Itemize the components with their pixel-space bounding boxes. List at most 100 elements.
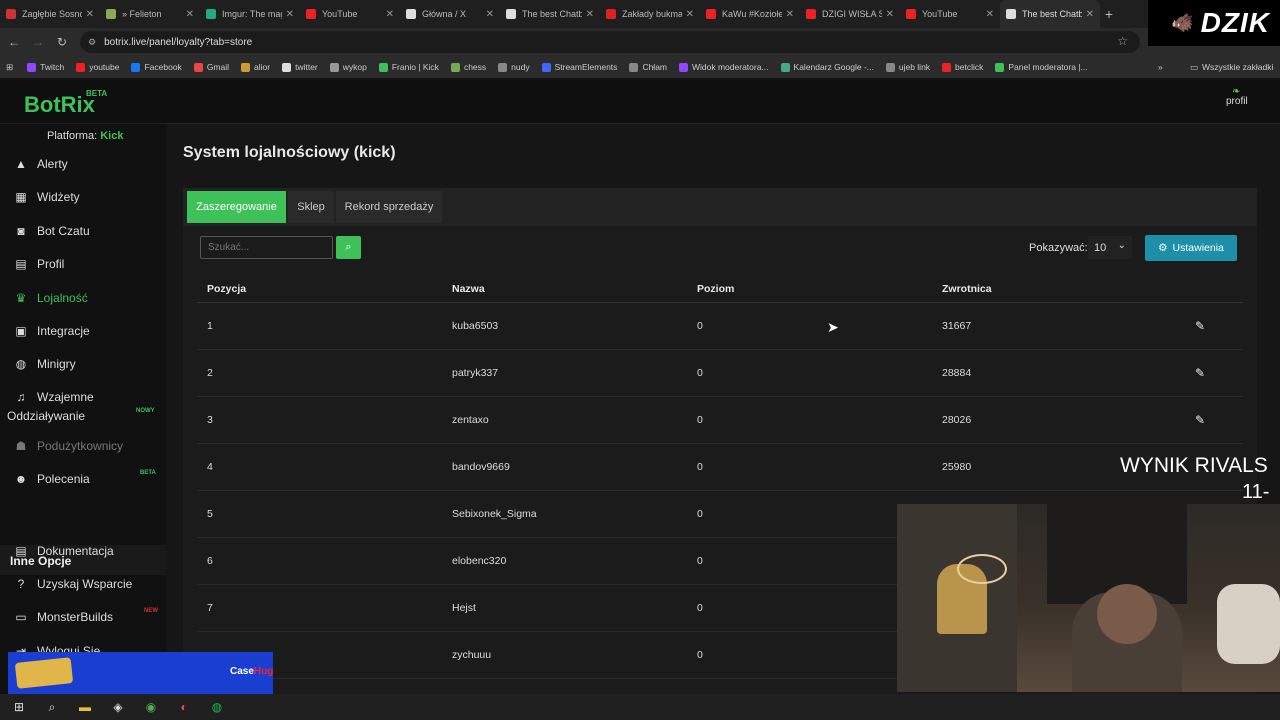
- close-tab-icon[interactable]: ✕: [786, 9, 794, 20]
- column-header-zwrotnica[interactable]: Zwrotnica: [942, 283, 992, 295]
- chrome-icon[interactable]: ◉: [140, 697, 162, 717]
- sidebar-item-alerty[interactable]: ▲ Alerty: [14, 157, 164, 171]
- sidebar-item-profil[interactable]: ▤ Profil: [14, 257, 164, 271]
- sidebar-item-integracje[interactable]: ▣ Integracje: [14, 324, 164, 338]
- sidebar-item-wzajemne[interactable]: ♫ Wzajemne: [14, 390, 164, 404]
- column-header-nazwa[interactable]: Nazwa: [452, 283, 485, 295]
- browser-tab[interactable]: The best Chatbot✕: [500, 0, 600, 28]
- cell-position: 7: [207, 602, 213, 614]
- bookmark-favicon-icon: [329, 62, 339, 72]
- browser-tab[interactable]: KaWu #Koziołek ✕: [700, 0, 800, 28]
- close-tab-icon[interactable]: ✕: [186, 9, 194, 20]
- bookmark-item[interactable]: alior: [241, 62, 270, 72]
- bookmark-item[interactable]: Chłam: [629, 62, 667, 72]
- bookmark-item[interactable]: nudy: [498, 62, 530, 72]
- sidebar-item-oddzialywanie[interactable]: Oddziaływanie: [7, 409, 85, 423]
- edit-pencil-icon[interactable]: ✎: [1195, 413, 1205, 427]
- site-info-icon[interactable]: ⚙: [88, 37, 96, 48]
- sidebar-item-dokumentacja[interactable]: ▤ Dokumentacja: [14, 544, 164, 558]
- table-row: 3 zentaxo 0 28026 ✎: [197, 397, 1243, 444]
- address-bar[interactable]: ⚙ botrix.live/panel/loyalty?tab=store ☆: [80, 31, 1140, 53]
- bookmark-item[interactable]: twitter: [282, 62, 318, 72]
- column-header-pozycja[interactable]: Pozycja: [207, 283, 246, 295]
- bookmark-item[interactable]: chess: [450, 62, 486, 72]
- leaf-icon: ❧: [1232, 86, 1241, 97]
- browser-tab[interactable]: YouTube ✕: [300, 0, 400, 28]
- browser-tab[interactable]: The best Chatbot✕: [1000, 0, 1100, 28]
- bookmark-item[interactable]: youtube: [76, 62, 119, 72]
- close-tab-icon[interactable]: ✕: [886, 9, 894, 20]
- windows-start-icon[interactable]: ⊞: [8, 697, 30, 717]
- app-icon[interactable]: ◐: [173, 697, 195, 717]
- search-icon: ⌕: [345, 241, 352, 253]
- bookmark-item[interactable]: Widok moderatora...: [679, 62, 769, 72]
- bookmark-item[interactable]: wykop: [329, 62, 367, 72]
- botrix-logo[interactable]: BotRix: [24, 92, 95, 118]
- close-tab-icon[interactable]: ✕: [1086, 9, 1094, 20]
- search-button[interactable]: ⌕: [336, 236, 361, 259]
- favicon-icon: [1006, 9, 1016, 19]
- favicon-icon: [906, 9, 916, 19]
- tab-rekord-sprzedazy[interactable]: Rekord sprzedaży: [336, 191, 442, 223]
- close-tab-icon[interactable]: ✕: [286, 9, 294, 20]
- sidebar-item-poduzytkownicy[interactable]: ☗ Podużytkownicy: [14, 439, 164, 453]
- bookmark-item[interactable]: Panel moderatora |...: [995, 62, 1088, 72]
- reload-icon[interactable]: ↻: [50, 30, 74, 54]
- sidebar-item-widzety[interactable]: ▦ Widżety: [14, 190, 164, 204]
- sidebar-item-lojalnosc[interactable]: ♛ Lojalność: [14, 291, 164, 305]
- more-bookmarks-icon[interactable]: »: [1158, 56, 1163, 78]
- folder-icon: ▭: [1190, 61, 1199, 72]
- close-tab-icon[interactable]: ✕: [586, 9, 594, 20]
- cell-points: 25980: [942, 461, 972, 473]
- show-count-select[interactable]: 10 ⌄: [1088, 236, 1132, 259]
- search-icon[interactable]: ⌕: [41, 697, 63, 717]
- close-tab-icon[interactable]: ✕: [986, 9, 994, 20]
- browser-tab[interactable]: Zagłębie Sosnowiec✕: [0, 0, 100, 28]
- new-tab-icon[interactable]: +: [1100, 0, 1118, 28]
- sidebar-item-minigry[interactable]: ◍ Minigry: [14, 357, 164, 371]
- cell-points: 28884: [942, 367, 972, 379]
- bookmark-star-icon[interactable]: ☆: [1117, 34, 1128, 48]
- spotify-icon[interactable]: ◍: [206, 697, 228, 717]
- favicon-icon: [706, 9, 716, 19]
- cell-name: patryk337: [452, 367, 499, 379]
- profile-menu[interactable]: ❧ profil: [1226, 86, 1248, 107]
- back-icon[interactable]: ←: [2, 30, 26, 54]
- bookmark-item[interactable]: ujeb link: [885, 62, 930, 72]
- bookmark-item[interactable]: Franio | Kick: [378, 62, 439, 72]
- apps-icon[interactable]: ⊞: [6, 62, 13, 73]
- file-explorer-icon[interactable]: ▬: [74, 697, 96, 717]
- search-input[interactable]: [200, 236, 333, 259]
- column-header-poziom[interactable]: Poziom: [697, 283, 734, 295]
- bookmark-item[interactable]: Gmail: [193, 62, 229, 72]
- cell-name: zentaxo: [452, 414, 489, 426]
- sidebar-item-bot-czatu[interactable]: ◙ Bot Czatu: [14, 224, 164, 238]
- edit-pencil-icon[interactable]: ✎: [1195, 366, 1205, 380]
- sidebar-item-wsparcie[interactable]: ? Uzyskaj Wsparcie: [14, 577, 164, 591]
- browser-tab[interactable]: Imgur: The magic✕: [200, 0, 300, 28]
- forward-icon[interactable]: →: [26, 30, 50, 54]
- sidebar-item-monsterbuilds[interactable]: ▭ MonsterBuilds: [14, 610, 164, 624]
- close-tab-icon[interactable]: ✕: [486, 9, 494, 20]
- browser-tab[interactable]: Zakłady bukmacherskie✕: [600, 0, 700, 28]
- cell-level: 0: [697, 414, 703, 426]
- bookmark-item[interactable]: Facebook: [131, 62, 182, 72]
- browser-tab[interactable]: Główna / X ✕: [400, 0, 500, 28]
- close-tab-icon[interactable]: ✕: [386, 9, 394, 20]
- bookmark-item[interactable]: Twitch: [27, 62, 64, 72]
- app-icon[interactable]: ◈: [107, 697, 129, 717]
- all-bookmarks-folder[interactable]: ▭ Wszystkie zakładki: [1190, 56, 1273, 78]
- browser-tab[interactable]: » Felieton ✕: [100, 0, 200, 28]
- close-tab-icon[interactable]: ✕: [686, 9, 694, 20]
- close-tab-icon[interactable]: ✕: [86, 9, 94, 20]
- bookmark-item[interactable]: betclick: [942, 62, 983, 72]
- tab-sklep[interactable]: Sklep: [288, 191, 334, 223]
- settings-button[interactable]: ⚙ Ustawienia: [1145, 235, 1237, 261]
- cell-level: 0: [697, 461, 703, 473]
- tab-zaszeregowanie[interactable]: Zaszeregowanie: [187, 191, 286, 223]
- edit-pencil-icon[interactable]: ✎: [1195, 319, 1205, 333]
- browser-tab[interactable]: YouTube ✕: [900, 0, 1000, 28]
- bookmark-item[interactable]: StreamElements: [541, 62, 617, 72]
- bookmark-item[interactable]: Kalendarz Google -...: [780, 62, 874, 72]
- browser-tab[interactable]: DZIGI WISŁA SKOK✕: [800, 0, 900, 28]
